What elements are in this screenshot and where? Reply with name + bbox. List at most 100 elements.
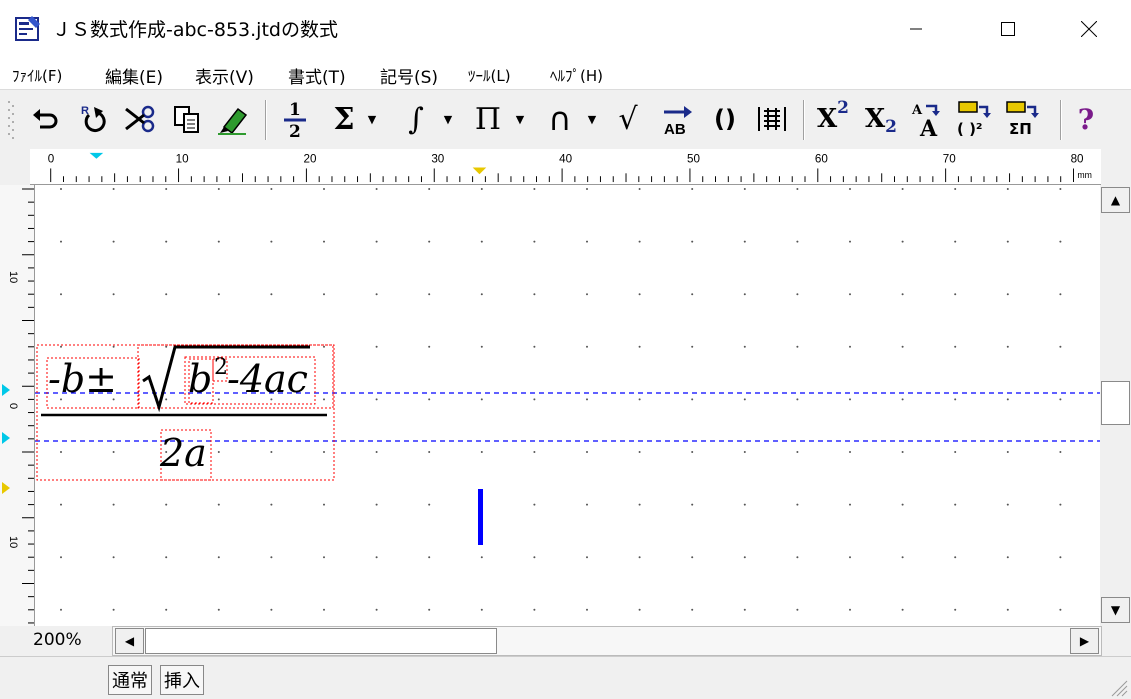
product-button[interactable]: Π [468,100,508,138]
accent-button[interactable]: AA [908,100,950,138]
ruler-unit: mm [1077,170,1092,180]
accent-icon: AA [911,103,940,138]
redo-icon: R [81,105,106,133]
menu-view[interactable]: 表示(V) [195,63,254,88]
redo-button[interactable]: R [74,100,114,138]
fraction-button[interactable]: 12 [276,100,314,139]
help-button[interactable]: ? [1068,100,1104,138]
radicand-b: b [188,357,213,401]
toolbar: R 12 Σ ▼ ∫ ▼ Π ▼ ∩ ▼ √ AB () X2 X2 AA ( … [0,89,1131,150]
sigma-pi-icon: ΣΠ [1006,101,1039,138]
scroll-up-button[interactable]: ▲ [1101,187,1130,213]
vertical-scrollbar[interactable]: ▲ ▼ [1100,185,1131,626]
line-marker-top[interactable] [2,384,10,396]
normal-mode-button[interactable]: 通常 [108,665,152,695]
mode-bar: 通常 挿入 [0,656,1131,699]
cursor-marker-horizontal[interactable] [472,167,487,175]
ruler-label: 0 [48,153,55,166]
ruler-label: 40 [559,153,572,166]
paren-power-icon: ( )² [957,101,991,138]
svg-text:2: 2 [289,122,301,139]
undo-icon [33,109,58,129]
close-button[interactable] [1066,0,1112,57]
ruler-label: 30 [431,153,444,166]
maximize-button[interactable] [985,0,1031,57]
radicand-rest: -4ac [227,357,308,401]
guide-lines [35,344,1100,545]
intersection-button[interactable]: ∩ [540,100,580,138]
minimize-icon [910,28,922,29]
horizontal-ruler: 0 10 20 30 40 50 60 70 80 mm [30,149,1101,185]
svg-text:1: 1 [289,100,301,120]
vertical-scroll-thumb[interactable] [1101,381,1130,425]
window-title: ＪＳ数式作成-abc-853.jtdの数式 [52,19,338,41]
sigma-pi-button[interactable]: ΣΠ [1000,100,1046,138]
menu-symbol[interactable]: 記号(S) [380,63,438,88]
paren-power-button[interactable]: ( )² [952,100,996,138]
menu-format[interactable]: 書式(T) [288,63,346,88]
superscript-button[interactable]: X2 [812,98,854,138]
arrow-above-button[interactable]: AB [658,100,696,138]
zoom-level[interactable]: 200% [33,630,82,650]
sum-dropdown-icon[interactable]: ▼ [364,100,380,138]
integral-dropdown-icon[interactable]: ▼ [440,100,456,138]
ruler-label: 70 [943,153,956,166]
sum-button[interactable]: Σ [326,100,362,138]
indent-marker[interactable] [89,152,104,159]
menu-tools[interactable]: ﾂｰﾙ(L) [468,65,511,86]
matrix-button[interactable] [752,100,792,138]
status-row: 200% ◀ ▶ [0,626,1131,656]
arrow-above-icon: AB [664,106,692,136]
parentheses-button[interactable]: () [706,100,744,138]
arrow-label: AB [664,121,686,136]
ruler-label: 60 [815,153,828,166]
paste-button[interactable] [212,100,254,138]
app-icon [15,16,40,41]
ruler-label: 80 [1071,153,1084,166]
copy-button[interactable] [168,100,206,138]
subscript-base: X [864,104,886,134]
numerator-left: -b± [48,357,118,401]
arrow-down-icon: ▼ [1110,603,1121,617]
menu-file[interactable]: ﾌｧｲﾙ(F) [12,65,62,86]
subscript-button[interactable]: X2 [860,100,902,138]
menu-help[interactable]: ﾍﾙﾌﾟ(H) [550,65,603,86]
fraction-icon: 12 [284,100,306,139]
title-bar: ＪＳ数式作成-abc-853.jtdの数式 [0,0,1131,57]
product-dropdown-icon[interactable]: ▼ [512,100,528,138]
toolbar-grip[interactable] [6,98,16,142]
menu-bar: ﾌｧｲﾙ(F) 編集(E) 表示(V) 書式(T) 記号(S) ﾂｰﾙ(L) ﾍ… [0,57,1131,89]
text-cursor [478,489,483,545]
arrow-right-icon: ▶ [1079,634,1090,648]
resize-grip-icon[interactable] [1108,679,1128,697]
matrix-icon [758,107,786,131]
toolbar-separator [265,100,267,140]
svg-text:A: A [919,116,938,138]
ruler-markers [2,384,10,494]
scroll-right-button[interactable]: ▶ [1070,628,1099,654]
insert-mode-button[interactable]: 挿入 [160,665,204,695]
integral-button[interactable]: ∫ [398,100,434,138]
line-marker-bottom[interactable] [2,432,10,444]
undo-button[interactable] [28,100,64,138]
svg-text:( )²: ( )² [957,120,983,138]
horizontal-scrollbar[interactable]: ◀ ▶ [112,626,1102,656]
scroll-down-button[interactable]: ▼ [1101,597,1130,623]
copy-icon [174,106,199,133]
arrow-up-icon: ▲ [1110,193,1121,207]
superscript-exp: 2 [837,98,850,118]
cut-button[interactable] [122,100,160,138]
denominator: 2a [160,431,207,475]
intersection-dropdown-icon[interactable]: ▼ [584,100,600,138]
menu-edit[interactable]: 編集(E) [105,63,163,88]
close-icon [1081,20,1097,37]
ruler-label: 10 [176,153,189,166]
minimize-button[interactable] [893,0,939,57]
ruler-label: 50 [687,153,700,166]
horizontal-scroll-thumb[interactable] [145,628,497,654]
marker-pen-icon [218,107,248,135]
equation-canvas[interactable]: -b± b 2 -4ac 2a [35,185,1100,626]
sqrt-button[interactable]: √ [610,100,646,138]
cursor-marker-vertical[interactable] [2,482,10,494]
scroll-left-button[interactable]: ◀ [115,628,144,654]
